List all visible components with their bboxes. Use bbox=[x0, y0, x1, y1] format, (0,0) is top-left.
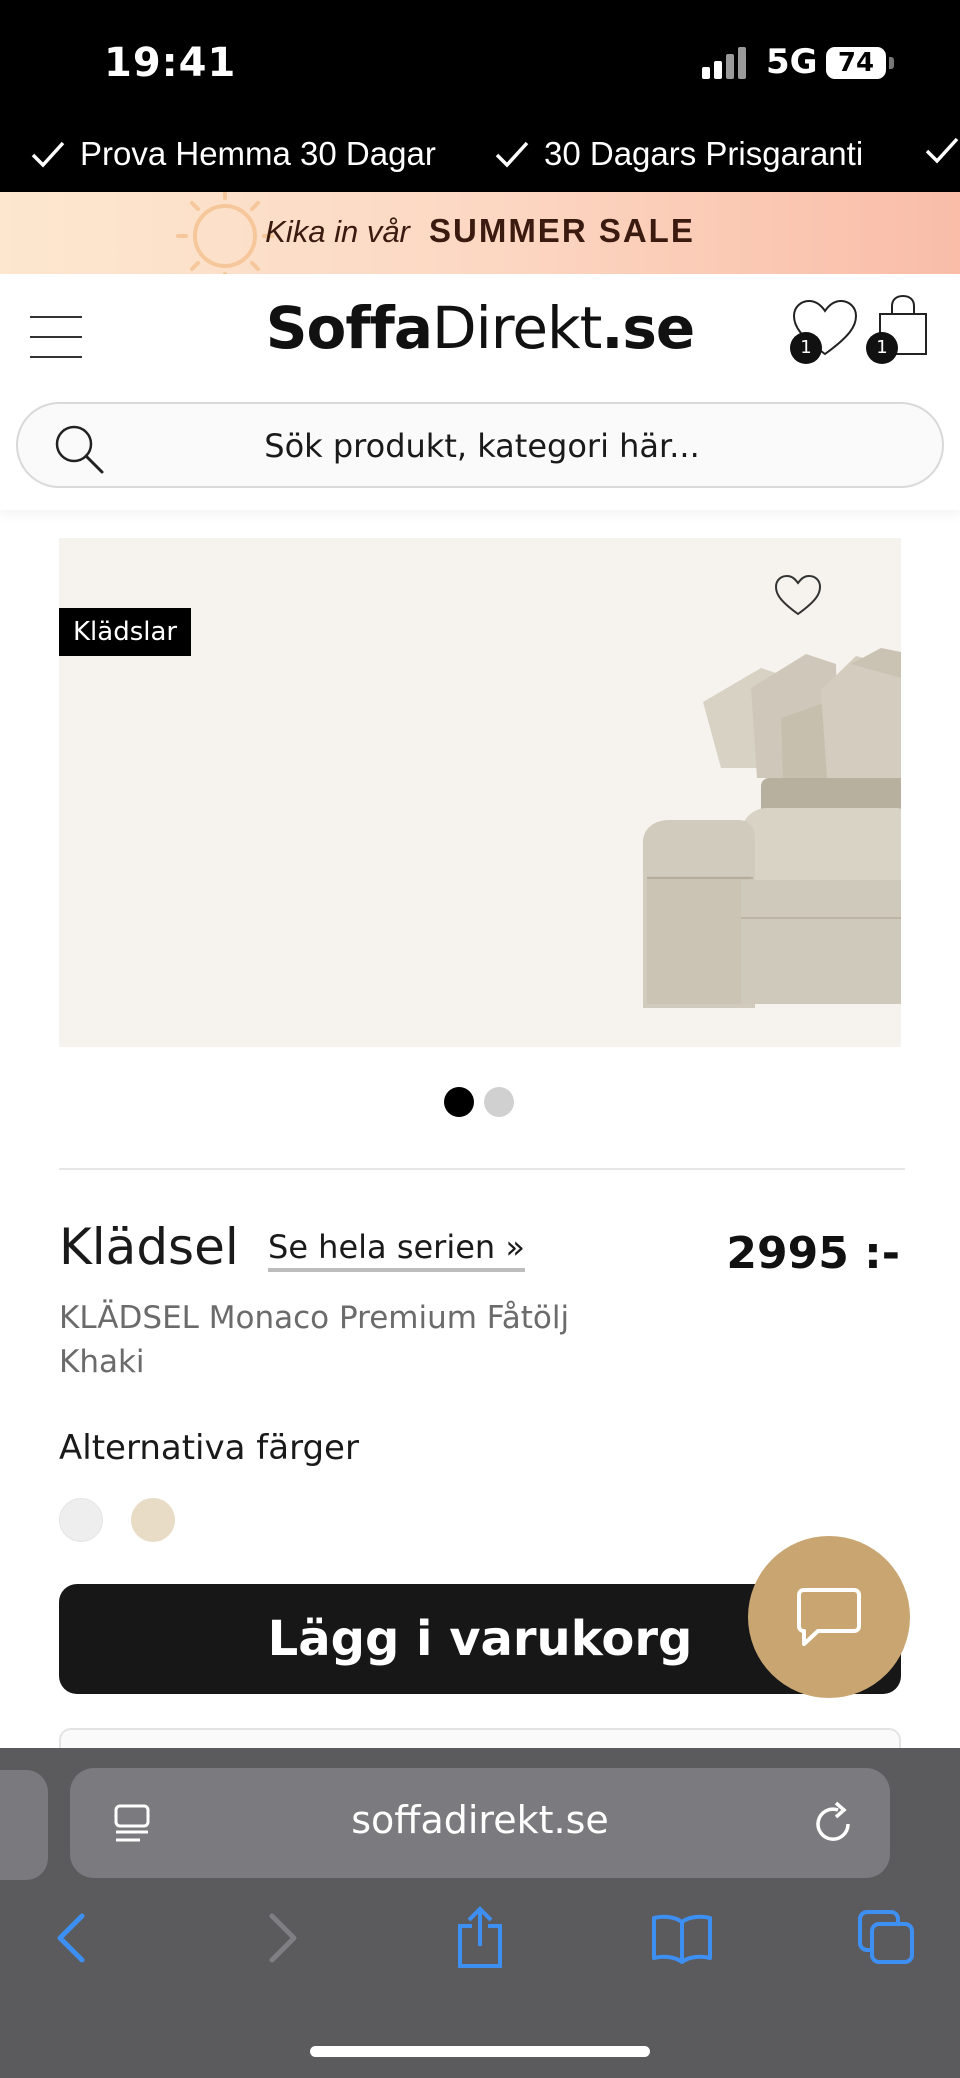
color-swatch-beige[interactable] bbox=[131, 1498, 175, 1542]
chat-icon bbox=[797, 1588, 861, 1646]
carousel-dot-active[interactable] bbox=[444, 1087, 474, 1117]
product-brand: Klädsel bbox=[59, 1218, 239, 1276]
page: 19:41 5G 74 Prova Hemma 30 Dagar 30 Daga… bbox=[0, 0, 960, 2078]
promo-text: Kika in vår SUMMER SALE bbox=[0, 212, 960, 250]
reload-icon[interactable] bbox=[812, 1800, 856, 1846]
check-icon bbox=[495, 141, 529, 168]
tabs-icon[interactable] bbox=[856, 1908, 916, 1966]
usp-label: Prova Hemma 30 Dagar bbox=[80, 135, 436, 172]
share-icon[interactable] bbox=[452, 1906, 508, 1970]
status-bar: 19:41 5G 74 bbox=[0, 0, 960, 125]
check-icon bbox=[31, 141, 65, 168]
heart-icon[interactable] bbox=[773, 574, 823, 618]
category-tag: Klädslar bbox=[59, 608, 192, 656]
url-text: soffadirekt.se bbox=[351, 1798, 609, 1842]
search-input[interactable]: Sök produkt, kategori här... bbox=[18, 427, 946, 465]
promo-highlight: SUMMER SALE bbox=[428, 212, 695, 249]
alternative-colors-label: Alternativa färger bbox=[59, 1428, 359, 1468]
wishlist-count-badge: 1 bbox=[790, 332, 822, 364]
bookmarks-icon[interactable] bbox=[650, 1912, 714, 1964]
home-indicator bbox=[310, 2046, 650, 2057]
promo-banner[interactable]: Kika in vår SUMMER SALE bbox=[0, 192, 960, 274]
forward-icon[interactable] bbox=[262, 1910, 302, 1966]
product-price: 2995 :- bbox=[726, 1228, 900, 1279]
chat-button[interactable] bbox=[748, 1536, 910, 1698]
address-bar[interactable]: soffadirekt.se bbox=[70, 1768, 890, 1878]
product-image-carousel[interactable]: Klädslar bbox=[59, 538, 901, 1047]
logo-part-bold: Soffa bbox=[265, 294, 433, 362]
carousel-dots bbox=[444, 1087, 524, 1117]
promo-prefix: Kika in vår bbox=[265, 214, 410, 249]
usp-item: Prova Hemma 30 Dagar bbox=[30, 135, 436, 173]
previous-tab-peek[interactable] bbox=[0, 1770, 48, 1880]
carousel-dot[interactable] bbox=[484, 1087, 514, 1117]
wishlist-button[interactable]: 1 bbox=[790, 298, 860, 368]
battery-tip bbox=[889, 57, 894, 69]
usp-item bbox=[924, 135, 960, 165]
signal-icon bbox=[702, 47, 750, 79]
status-time: 19:41 bbox=[104, 40, 237, 86]
battery-icon: 74 bbox=[826, 47, 886, 79]
cart-count-badge: 1 bbox=[866, 332, 898, 364]
usp-item: 30 Dagars Prisgaranti bbox=[494, 135, 863, 173]
color-swatch-light[interactable] bbox=[59, 1498, 103, 1542]
site-header: SoffaDirekt.se 1 1 Sök produkt, kategori… bbox=[0, 274, 960, 510]
series-link[interactable]: Se hela serien » bbox=[268, 1228, 525, 1272]
usp-label: 30 Dagars Prisgaranti bbox=[544, 135, 864, 172]
usp-bar: Prova Hemma 30 Dagar 30 Dagars Prisgaran… bbox=[0, 125, 960, 192]
logo-part-light: Direkt bbox=[431, 294, 602, 362]
sofa-image bbox=[643, 648, 901, 1008]
divider bbox=[59, 1168, 905, 1170]
network-label: 5G bbox=[766, 42, 818, 82]
logo-part-suffix: .se bbox=[601, 294, 695, 362]
cart-button[interactable]: 1 bbox=[866, 292, 936, 368]
product-name: KLÄDSEL Monaco Premium Fåtölj Khaki bbox=[59, 1296, 659, 1384]
browser-toolbar: soffadirekt.se bbox=[0, 1748, 960, 2078]
check-icon bbox=[925, 137, 959, 164]
back-icon[interactable] bbox=[52, 1910, 92, 1966]
product-color-name: Khaki bbox=[59, 1344, 145, 1380]
product-name-line: KLÄDSEL Monaco Premium Fåtölj bbox=[59, 1300, 570, 1336]
search-bar[interactable]: Sök produkt, kategori här... bbox=[16, 402, 944, 488]
